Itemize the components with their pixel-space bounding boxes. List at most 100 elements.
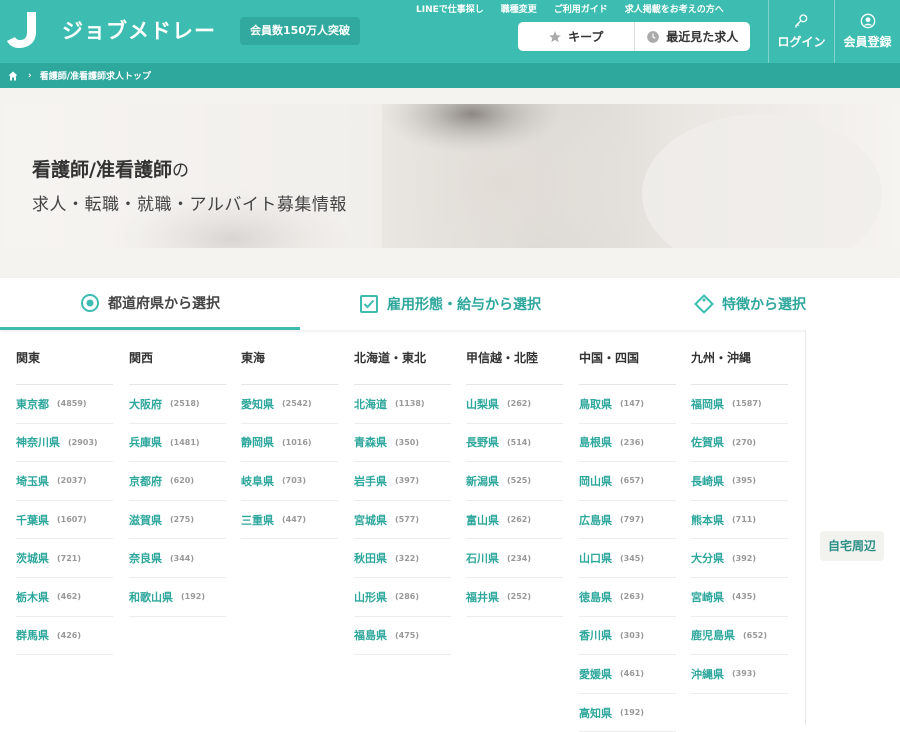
home-icon[interactable] <box>8 71 18 81</box>
prefecture-link[interactable]: 佐賀県 (270) <box>691 424 788 463</box>
prefecture-link[interactable]: 秋田県 (322) <box>354 539 451 578</box>
prefecture-name: 東京都 <box>16 397 49 411</box>
prefecture-link[interactable]: 栃木県 (462) <box>16 578 113 617</box>
prefecture-link[interactable]: 福井県 (252) <box>466 578 563 617</box>
prefecture-link[interactable]: 福岡県 (1587) <box>691 385 788 424</box>
region-column: 関東 東京都 (4859) 神奈川県 (2903) 埼玉県 (2037) 千葉県 (1607) 茨… <box>16 330 113 656</box>
member-count-badge: 会員数150万人突破 <box>240 17 360 45</box>
job-count: (397) <box>395 476 420 486</box>
prefecture-link[interactable]: 和歌山県 (192) <box>129 578 226 617</box>
prefecture-link[interactable]: 山形県 (286) <box>354 578 451 617</box>
prefecture-link[interactable]: 石川県 (234) <box>466 539 563 578</box>
prefecture-link[interactable]: 鹿児島県 (652) <box>691 617 788 656</box>
prefecture-link[interactable]: 山口県 (345) <box>579 539 676 578</box>
top-link-employers[interactable]: 求人掲載をお考えの方へ <box>625 2 724 15</box>
prefecture-name: 広島県 <box>579 513 612 527</box>
prefecture-link[interactable]: 徳島県 (263) <box>579 578 676 617</box>
prefecture-link[interactable]: 広島県 (797) <box>579 501 676 540</box>
prefecture-link[interactable]: 長崎県 (395) <box>691 462 788 501</box>
prefecture-link[interactable]: 東京都 (4859) <box>16 385 113 424</box>
prefecture-link[interactable]: 富山県 (262) <box>466 501 563 540</box>
prefecture-link[interactable]: 大阪府 (2518) <box>129 385 226 424</box>
recent-jobs-label: 最近見た求人 <box>666 30 739 44</box>
prefecture-link[interactable]: 岐阜県 (703) <box>241 462 338 501</box>
side-panel: 自宅周辺 <box>805 330 900 725</box>
job-count: (393) <box>732 669 757 679</box>
prefecture-link[interactable]: 新潟県 (525) <box>466 462 563 501</box>
prefecture-name: 京都府 <box>129 474 162 488</box>
top-link-change-job[interactable]: 職種変更 <box>501 2 537 15</box>
search-tabs: 都道府県から選択 雇用形態・給与から選択 特徴から選択 <box>0 278 900 330</box>
top-link-line[interactable]: LINEで仕事探し <box>416 2 484 15</box>
prefecture-link[interactable]: 高知県 (192) <box>579 694 676 732</box>
tab-employment[interactable]: 雇用形態・給与から選択 <box>300 278 600 330</box>
job-count: (286) <box>395 592 420 602</box>
job-count: (1607) <box>57 515 87 525</box>
region-column: 東海 愛知県 (2542) 静岡県 (1016) 岐阜県 (703) 三重県 (447) <box>241 330 338 540</box>
job-count: (395) <box>732 476 757 486</box>
job-count: (4859) <box>57 399 87 409</box>
login-button[interactable]: ログイン <box>768 0 834 63</box>
tab-prefecture[interactable]: 都道府県から選択 <box>0 278 300 330</box>
prefecture-name: 石川県 <box>466 552 499 566</box>
region-columns: 関東 東京都 (4859) 神奈川県 (2903) 埼玉県 (2037) 千葉県 (1607) 茨… <box>0 330 805 732</box>
logo-text: ジョブメドレー <box>62 19 216 43</box>
prefecture-link[interactable]: 岡山県 (657) <box>579 462 676 501</box>
job-count: (703) <box>282 476 307 486</box>
register-label: 会員登録 <box>843 35 892 49</box>
prefecture-link[interactable]: 神奈川県 (2903) <box>16 424 113 463</box>
prefecture-link[interactable]: 愛媛県 (461) <box>579 655 676 694</box>
prefecture-link[interactable]: 鳥取県 (147) <box>579 385 676 424</box>
logo-mark-icon <box>7 12 36 48</box>
job-count: (426) <box>57 630 82 640</box>
prefecture-link[interactable]: 滋賀県 (275) <box>129 501 226 540</box>
job-count: (721) <box>57 553 82 563</box>
job-count: (435) <box>732 592 757 602</box>
site-header: ジョブメドレー 会員数150万人突破 LINEで仕事探し 職種変更 ご利用ガイド… <box>0 0 900 63</box>
prefecture-link[interactable]: 宮城県 (577) <box>354 501 451 540</box>
prefecture-name: 山口県 <box>579 552 612 566</box>
top-link-guide[interactable]: ご利用ガイド <box>554 2 608 15</box>
tab-features-label: 特徴から選択 <box>722 297 806 313</box>
prefecture-link[interactable]: 岩手県 (397) <box>354 462 451 501</box>
recent-jobs-button[interactable]: 最近見た求人 <box>633 22 751 51</box>
prefecture-link[interactable]: 茨城県 (721) <box>16 539 113 578</box>
prefecture-link[interactable]: 奈良県 (344) <box>129 539 226 578</box>
prefecture-name: 秋田県 <box>354 552 387 566</box>
register-button[interactable]: 会員登録 <box>834 0 900 63</box>
tab-features[interactable]: 特徴から選択 <box>600 278 900 330</box>
prefecture-name: 富山県 <box>466 513 499 527</box>
prefecture-link[interactable]: 島根県 (236) <box>579 424 676 463</box>
prefecture-link[interactable]: 沖縄県 (393) <box>691 655 788 694</box>
prefecture-link[interactable]: 香川県 (303) <box>579 617 676 656</box>
prefecture-link[interactable]: 福島県 (475) <box>354 617 451 656</box>
prefecture-link[interactable]: 愛知県 (2542) <box>241 385 338 424</box>
prefecture-name: 群馬県 <box>16 629 49 643</box>
prefecture-link[interactable]: 熊本県 (711) <box>691 501 788 540</box>
prefecture-link[interactable]: 京都府 (620) <box>129 462 226 501</box>
prefecture-link[interactable]: 青森県 (350) <box>354 424 451 463</box>
logo[interactable]: ジョブメドレー <box>6 10 216 50</box>
prefecture-link[interactable]: 千葉県 (1607) <box>16 501 113 540</box>
prefecture-link[interactable]: 長野県 (514) <box>466 424 563 463</box>
prefecture-link[interactable]: 山梨県 (262) <box>466 385 563 424</box>
prefecture-link[interactable]: 北海道 (1138) <box>354 385 451 424</box>
prefecture-name: 長野県 <box>466 436 499 450</box>
prefecture-link[interactable]: 三重県 (447) <box>241 501 338 540</box>
prefecture-link[interactable]: 静岡県 (1016) <box>241 424 338 463</box>
tab-employment-label: 雇用形態・給与から選択 <box>387 297 541 313</box>
job-count: (462) <box>57 592 82 602</box>
prefecture-link[interactable]: 兵庫県 (1481) <box>129 424 226 463</box>
prefecture-link[interactable]: 宮崎県 (435) <box>691 578 788 617</box>
job-count: (236) <box>620 437 645 447</box>
keep-button[interactable]: キープ <box>518 22 634 51</box>
prefecture-link[interactable]: 埼玉県 (2037) <box>16 462 113 501</box>
home-area-button[interactable]: 自宅周辺 <box>820 531 885 561</box>
checkbox-icon <box>360 295 378 313</box>
prefecture-link[interactable]: 大分県 (392) <box>691 539 788 578</box>
chevron-right-icon: › <box>28 70 32 81</box>
job-count: (1587) <box>732 399 762 409</box>
prefecture-name: 大分県 <box>691 552 724 566</box>
prefecture-link[interactable]: 群馬県 (426) <box>16 617 113 656</box>
prefecture-name: 千葉県 <box>16 513 49 527</box>
